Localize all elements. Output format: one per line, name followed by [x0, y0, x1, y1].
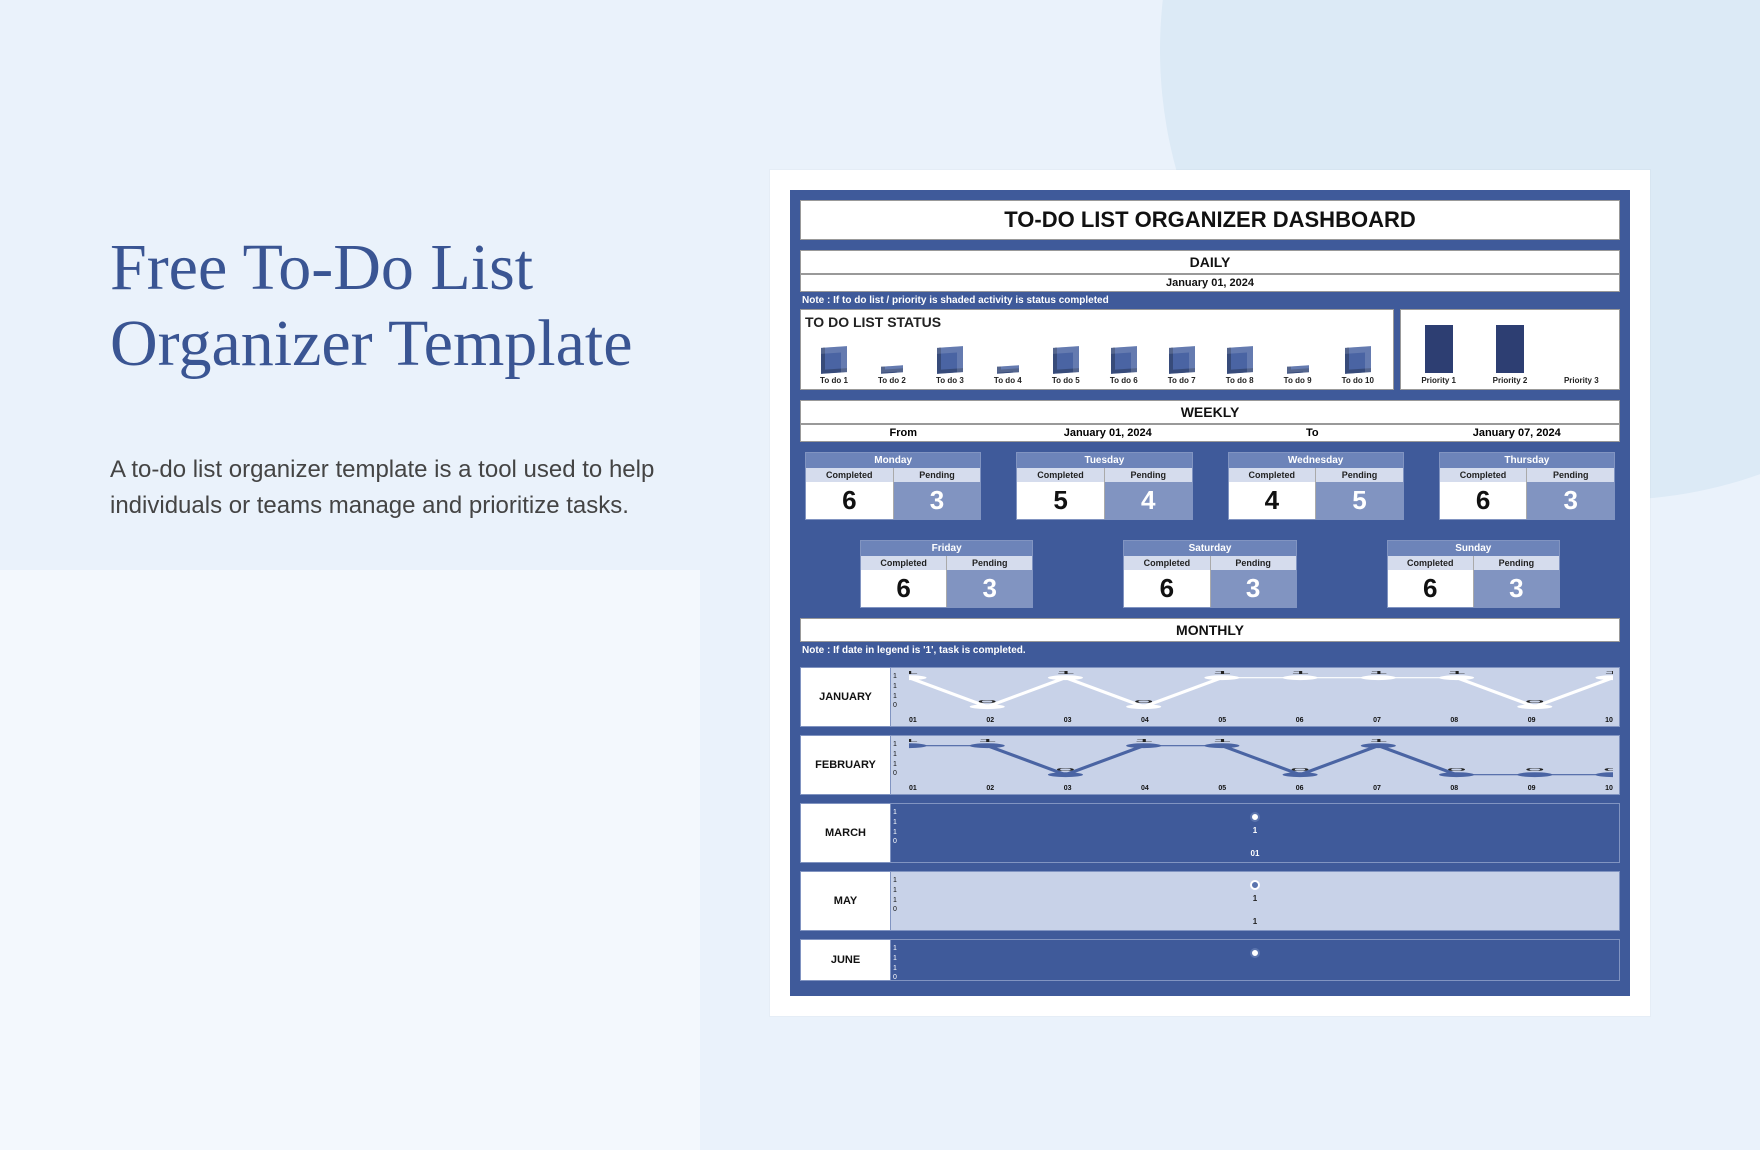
svg-text:0: 0 — [1056, 767, 1076, 772]
svg-text:1: 1 — [977, 738, 997, 743]
page-description: A to-do list organizer template is a too… — [110, 452, 710, 524]
status-title: TO DO LIST STATUS — [805, 314, 1389, 330]
todo-cube: To do 6 — [1110, 347, 1138, 385]
month-row: MAY111011 — [800, 871, 1620, 931]
svg-text:0: 0 — [1525, 767, 1545, 772]
svg-text:1: 1 — [1369, 670, 1389, 675]
svg-text:0: 0 — [1603, 767, 1613, 772]
to-label: To — [1210, 427, 1415, 439]
to-date: January 07, 2024 — [1415, 427, 1620, 439]
day-card: FridayCompletedPending63 — [860, 540, 1033, 608]
svg-text:0: 0 — [1447, 767, 1467, 772]
svg-text:1: 1 — [1212, 738, 1232, 743]
daily-date: January 01, 2024 — [800, 274, 1620, 292]
svg-text:1: 1 — [1134, 738, 1154, 743]
svg-text:1: 1 — [1056, 670, 1076, 675]
day-card: MondayCompletedPending63 — [805, 452, 981, 520]
day-card: ThursdayCompletedPending63 — [1439, 452, 1615, 520]
todo-cube: To do 10 — [1342, 347, 1374, 385]
status-row: TO DO LIST STATUS To do 1 To do 2 To do 3 T… — [800, 309, 1620, 390]
dashboard: TO-DO LIST ORGANIZER DASHBOARD DAILY Jan… — [790, 190, 1630, 996]
month-row: JANUARY111010101111010102030405060708091… — [800, 667, 1620, 727]
from-label: From — [801, 427, 1006, 439]
svg-text:0: 0 — [1290, 767, 1310, 772]
weekly-header: WEEKLY — [800, 400, 1620, 424]
svg-text:1: 1 — [909, 738, 919, 743]
todo-cube: To do 1 — [820, 347, 848, 385]
todo-cube: To do 9 — [1284, 366, 1312, 385]
days-row-1: MondayCompletedPending63 TuesdayCompleted… — [800, 442, 1620, 530]
month-row: FEBRUARY11101101101000010203040506070809… — [800, 735, 1620, 795]
svg-text:1: 1 — [1290, 670, 1310, 675]
day-card: SundayCompletedPending63 — [1387, 540, 1560, 608]
daily-header: DAILY — [800, 250, 1620, 274]
svg-text:1: 1 — [909, 670, 919, 675]
todo-cube: To do 5 — [1052, 347, 1080, 385]
priority-box: Priority 1 Priority 2 Priority 3 — [1400, 309, 1620, 390]
left-panel: Free To-Do List Organizer Template A to-… — [110, 230, 710, 524]
svg-text:0: 0 — [1134, 699, 1154, 704]
svg-text:1: 1 — [1447, 670, 1467, 675]
todo-cube: To do 3 — [936, 347, 964, 385]
from-date: January 01, 2024 — [1006, 427, 1211, 439]
todo-cube: To do 8 — [1226, 347, 1254, 385]
todo-cube: To do 4 — [994, 366, 1022, 385]
weekly-range: From January 01, 2024 To January 07, 202… — [800, 424, 1620, 442]
template-preview: TO-DO LIST ORGANIZER DASHBOARD DAILY Jan… — [770, 170, 1650, 1016]
month-row: MARCH1110011 — [800, 803, 1620, 863]
day-card: TuesdayCompletedPending54 — [1016, 452, 1192, 520]
page-title: Free To-Do List Organizer Template — [110, 230, 710, 382]
day-card: WednesdayCompletedPending45 — [1228, 452, 1404, 520]
svg-text:1: 1 — [1212, 670, 1232, 675]
daily-note: Note : If to do list / priority is shade… — [800, 292, 1620, 309]
bg-split — [0, 570, 700, 1150]
priority-bar: Priority 1 — [1421, 325, 1456, 385]
monthly-header: MONTHLY — [800, 618, 1620, 642]
days-row-2: FridayCompletedPending63 SaturdayComplete… — [800, 530, 1620, 618]
todo-cube: To do 7 — [1168, 347, 1196, 385]
monthly-note: Note : If date in legend is '1', task is… — [800, 642, 1620, 659]
month-row: JUNE1110 — [800, 939, 1620, 981]
svg-text:1: 1 — [1603, 670, 1613, 675]
svg-text:1: 1 — [1369, 738, 1389, 743]
dashboard-title: TO-DO LIST ORGANIZER DASHBOARD — [800, 200, 1620, 240]
priority-bar: Priority 3 — [1564, 373, 1599, 385]
todo-status-box: TO DO LIST STATUS To do 1 To do 2 To do 3 T… — [800, 309, 1394, 390]
svg-text:0: 0 — [977, 699, 997, 704]
todo-cube: To do 2 — [878, 366, 906, 385]
svg-text:0: 0 — [1525, 699, 1545, 704]
priority-bar: Priority 2 — [1493, 325, 1528, 385]
day-card: SaturdayCompletedPending63 — [1123, 540, 1296, 608]
